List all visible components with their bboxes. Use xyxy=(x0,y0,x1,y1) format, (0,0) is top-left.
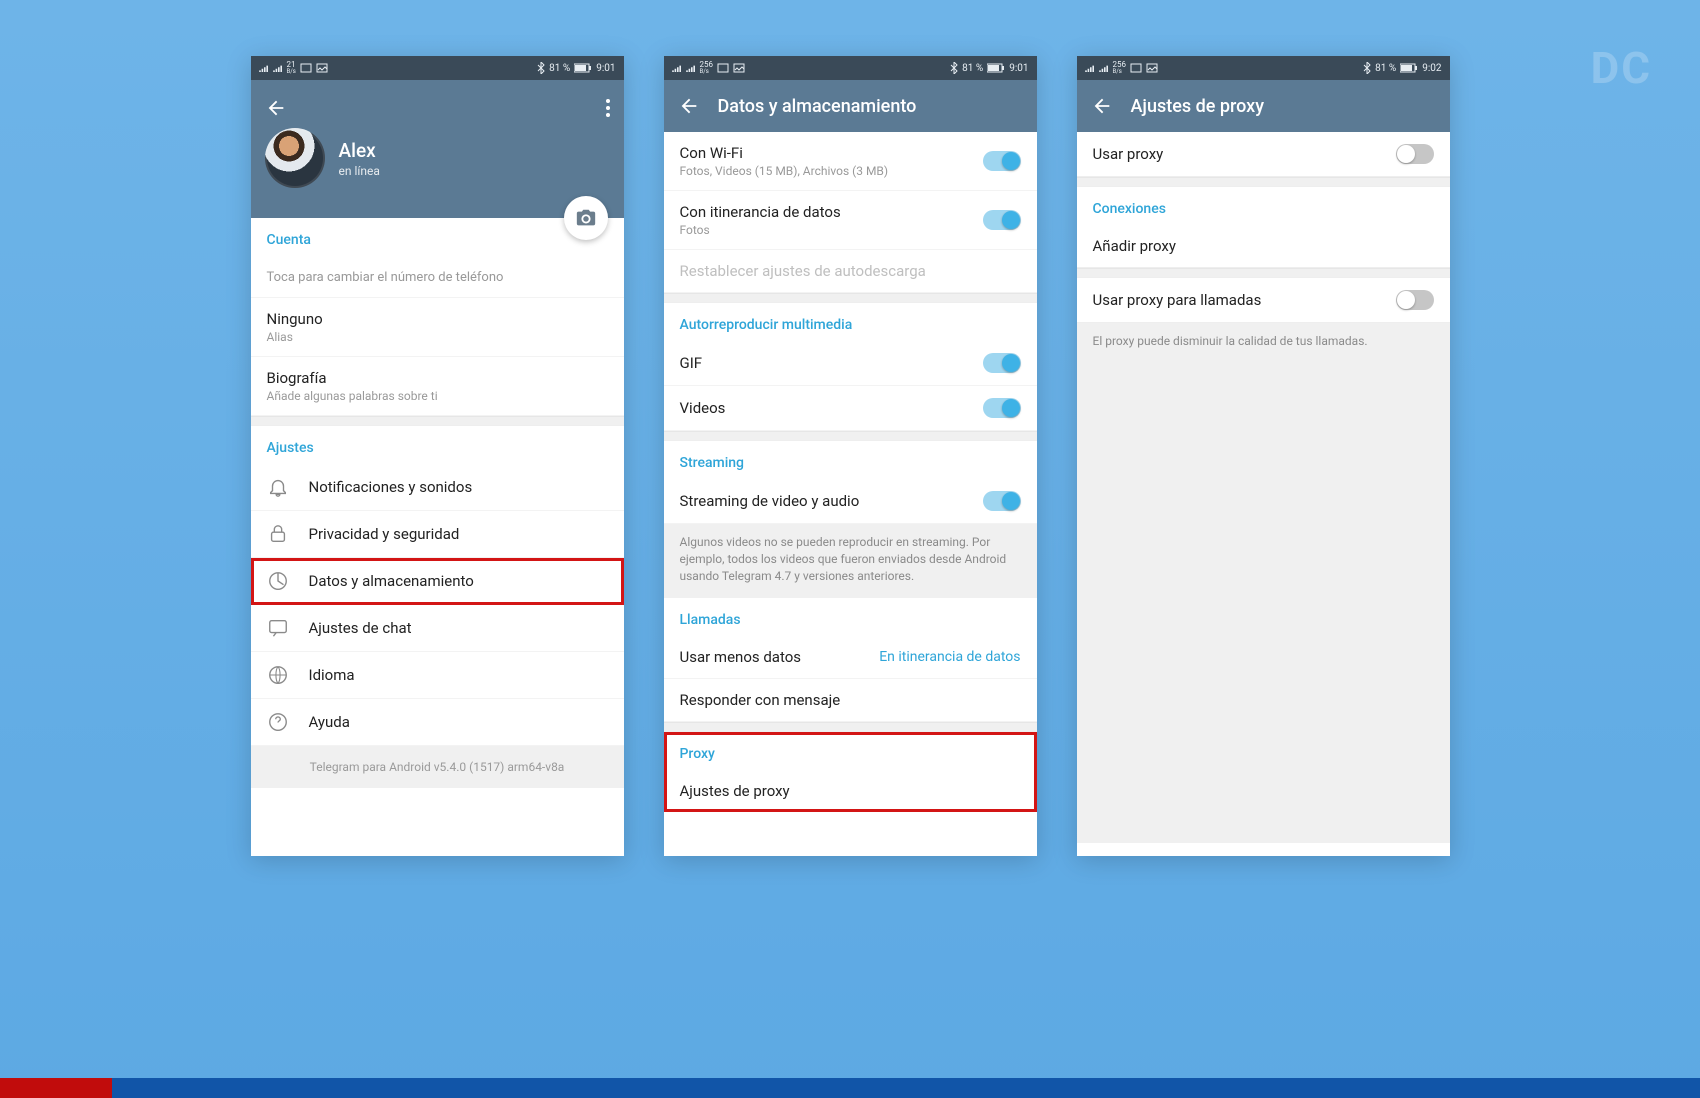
proxy-hint: El proxy puede disminuir la calidad de t… xyxy=(1077,323,1450,843)
back-icon[interactable] xyxy=(1091,95,1113,117)
version-footer: Telegram para Android v5.4.0 (1517) arm6… xyxy=(251,746,624,788)
signal-icon xyxy=(273,64,283,72)
row-alias[interactable]: Ninguno Alias xyxy=(251,298,624,357)
more-icon[interactable] xyxy=(606,99,610,117)
signal-icon xyxy=(1099,64,1109,72)
section-connections: Conexiones xyxy=(1077,187,1450,225)
row-gif[interactable]: GIF xyxy=(664,341,1037,386)
signal-icon xyxy=(686,64,696,72)
back-icon[interactable] xyxy=(265,97,287,119)
row-data-storage[interactable]: Datos y almacenamiento xyxy=(251,558,624,605)
signal-icon xyxy=(1085,64,1095,72)
streaming-hint: Algunos videos no se pueden reproducir e… xyxy=(664,524,1037,598)
phone-proxy-settings: 256B/s 81 % 9:02 Ajustes de proxy Usar p… xyxy=(1077,56,1450,856)
toggle-roaming[interactable] xyxy=(983,210,1021,230)
toggle-use-proxy[interactable] xyxy=(1396,144,1434,164)
row-change-phone[interactable]: Toca para cambiar el número de teléfono xyxy=(251,256,624,298)
row-less-data[interactable]: Usar menos datos En itinerancia de datos xyxy=(664,636,1037,679)
status-bar: 256B/s 81 % 9:02 xyxy=(1077,56,1450,80)
bluetooth-icon xyxy=(537,62,545,74)
status-bar: 256B/s 81 % 9:01 xyxy=(664,56,1037,80)
data-icon xyxy=(267,570,289,592)
row-streaming[interactable]: Streaming de video y audio xyxy=(664,479,1037,524)
bell-icon xyxy=(267,476,289,498)
picture-icon xyxy=(1146,63,1158,73)
toggle-use-proxy-calls[interactable] xyxy=(1396,290,1434,310)
row-roaming[interactable]: Con itinerancia de datos Fotos xyxy=(664,191,1037,250)
appbar: Ajustes de proxy xyxy=(1077,80,1450,132)
camera-icon xyxy=(575,207,597,229)
signal-icon xyxy=(259,64,269,72)
row-reply-message[interactable]: Responder con mensaje xyxy=(664,679,1037,722)
section-proxy: Proxy xyxy=(664,732,1037,770)
battery-icon xyxy=(987,63,1005,73)
status-bar: 21B/s 81 % 9:01 xyxy=(251,56,624,80)
row-proxy-settings[interactable]: Ajustes de proxy xyxy=(664,770,1037,812)
phone-profile-settings: 21B/s 81 % 9:01 Alex en línea xyxy=(251,56,624,856)
profile-header: Alex en línea xyxy=(251,80,624,218)
row-use-proxy[interactable]: Usar proxy xyxy=(1077,132,1450,177)
profile-status: en línea xyxy=(339,164,380,178)
phone-data-storage: 256B/s 81 % 9:01 Datos y almacenamiento … xyxy=(664,56,1037,856)
row-add-proxy[interactable]: Añadir proxy xyxy=(1077,225,1450,268)
row-reset-autodownload: Restablecer ajustes de autodescarga xyxy=(664,250,1037,293)
less-data-value: En itinerancia de datos xyxy=(879,649,1020,665)
lock-icon xyxy=(267,523,289,545)
row-chat-settings[interactable]: Ajustes de chat xyxy=(251,605,624,652)
battery-icon xyxy=(574,63,592,73)
sync-icon xyxy=(717,63,729,73)
picture-icon xyxy=(316,63,328,73)
section-settings: Ajustes xyxy=(251,426,624,464)
row-use-proxy-calls[interactable]: Usar proxy para llamadas xyxy=(1077,278,1450,323)
row-language[interactable]: Idioma xyxy=(251,652,624,699)
section-autoplay: Autorreproducir multimedia xyxy=(664,303,1037,341)
row-notifications[interactable]: Notificaciones y sonidos xyxy=(251,464,624,511)
picture-icon xyxy=(733,63,745,73)
appbar-title: Datos y almacenamiento xyxy=(718,96,917,117)
section-streaming: Streaming xyxy=(664,441,1037,479)
bluetooth-icon xyxy=(950,62,958,74)
camera-fab[interactable] xyxy=(564,196,608,240)
sync-icon xyxy=(300,63,312,73)
row-bio[interactable]: Biografía Añade algunas palabras sobre t… xyxy=(251,357,624,416)
bluetooth-icon xyxy=(1363,62,1371,74)
toggle-videos[interactable] xyxy=(983,398,1021,418)
row-wifi[interactable]: Con Wi-Fi Fotos, Videos (15 MB), Archivo… xyxy=(664,132,1037,191)
help-icon xyxy=(267,711,289,733)
avatar[interactable] xyxy=(265,128,325,188)
appbar: Datos y almacenamiento xyxy=(664,80,1037,132)
back-icon[interactable] xyxy=(678,95,700,117)
signal-icon xyxy=(672,64,682,72)
globe-icon xyxy=(267,664,289,686)
toggle-gif[interactable] xyxy=(983,353,1021,373)
toggle-streaming[interactable] xyxy=(983,491,1021,511)
profile-name: Alex xyxy=(339,139,380,162)
appbar-title: Ajustes de proxy xyxy=(1131,96,1265,117)
proxy-highlight: Proxy Ajustes de proxy xyxy=(664,732,1037,812)
chat-icon xyxy=(267,617,289,639)
sync-icon xyxy=(1130,63,1142,73)
bottom-bar xyxy=(0,1078,1700,1098)
watermark: DC xyxy=(1591,42,1652,94)
toggle-wifi[interactable] xyxy=(983,151,1021,171)
row-privacy[interactable]: Privacidad y seguridad xyxy=(251,511,624,558)
section-calls: Llamadas xyxy=(664,598,1037,636)
row-videos-autoplay[interactable]: Videos xyxy=(664,386,1037,431)
battery-icon xyxy=(1400,63,1418,73)
row-help[interactable]: Ayuda xyxy=(251,699,624,746)
